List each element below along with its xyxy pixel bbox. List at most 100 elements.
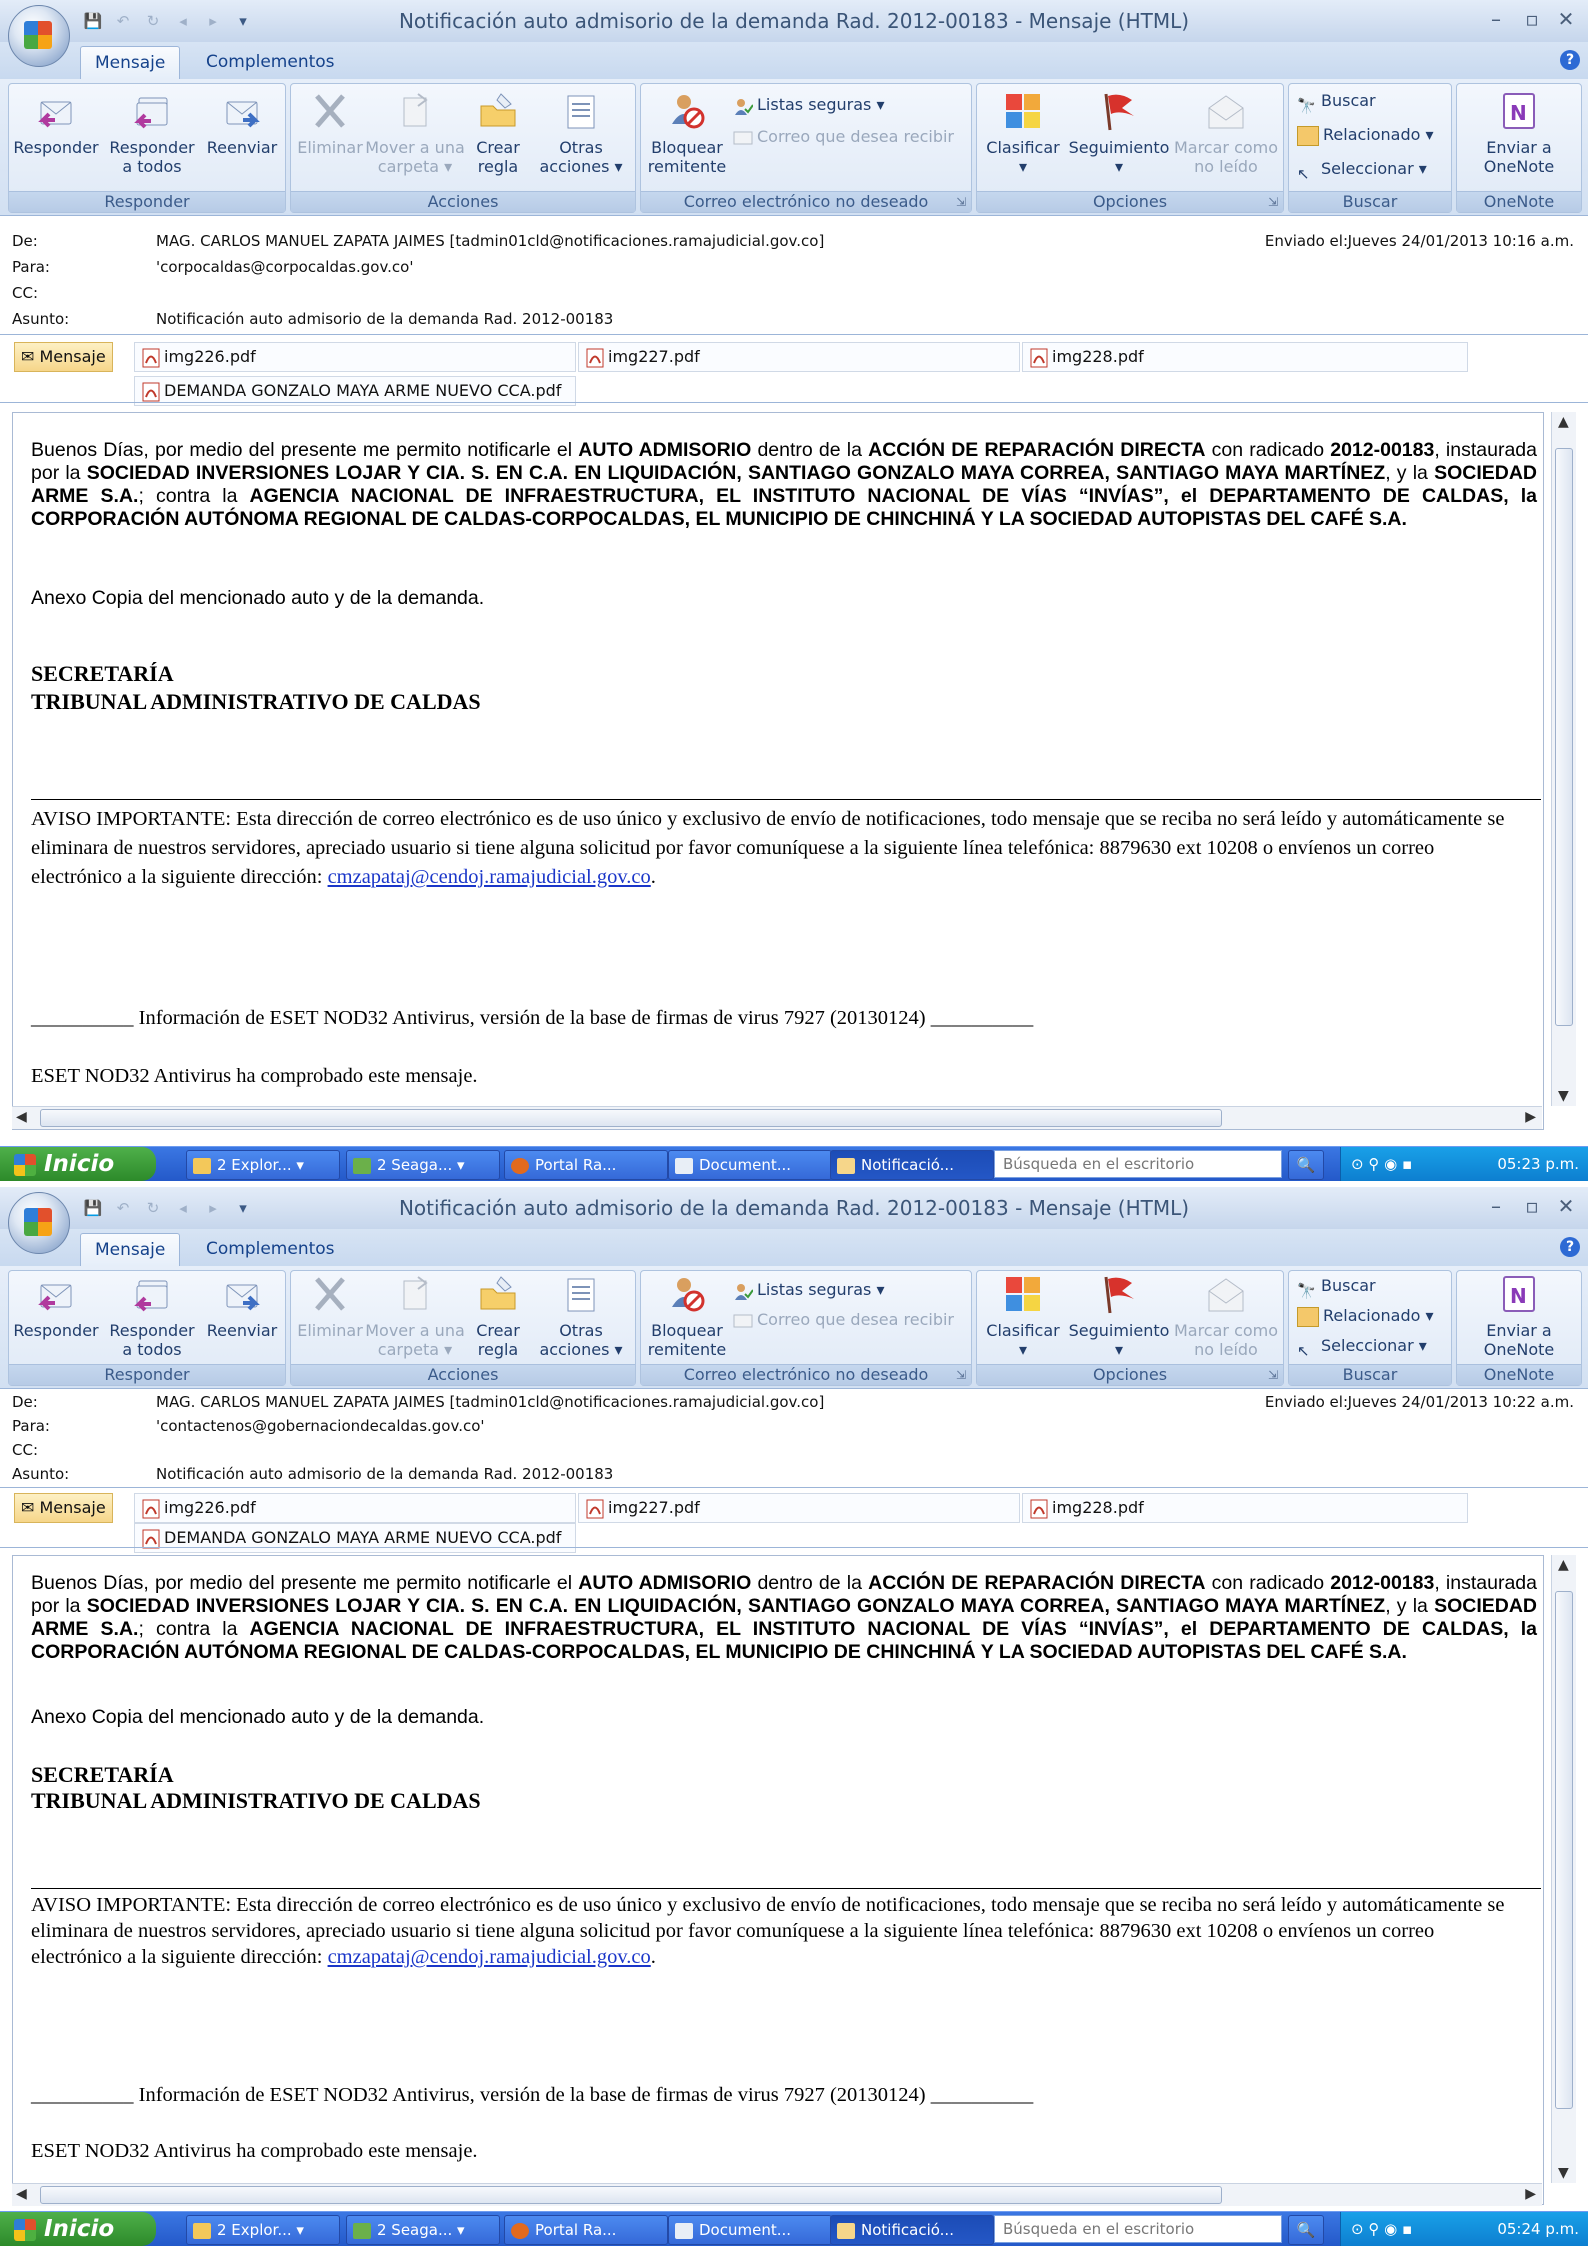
to-value[interactable]: 'contactenos@gobernaciondecaldas.gov.co' bbox=[156, 1417, 485, 1435]
scroll-up-icon[interactable]: ▲ bbox=[1558, 414, 1569, 430]
create-rule-button[interactable]: Crear regla bbox=[467, 1273, 529, 1359]
select-button[interactable]: ↖ Seleccionar ▾ bbox=[1297, 156, 1427, 183]
reply-button[interactable]: Responder bbox=[13, 90, 99, 157]
vertical-scrollbar[interactable]: ▲ ▼ bbox=[1551, 412, 1576, 1106]
help-icon[interactable]: ? bbox=[1560, 50, 1580, 70]
send-to-onenote-button[interactable]: N Enviar a OneNote bbox=[1463, 90, 1575, 176]
start-button[interactable]: Inicio bbox=[0, 1147, 156, 1181]
mark-unread-button[interactable]: Marcar como no leído bbox=[1173, 1273, 1279, 1359]
find-button[interactable]: 🔭 Buscar bbox=[1297, 1273, 1376, 1300]
dialog-launcher-icon[interactable]: ⇲ bbox=[1268, 195, 1278, 209]
taskbar-item-notificacion[interactable]: Notificació... bbox=[830, 1150, 994, 1180]
forward-button[interactable]: Reenviar bbox=[203, 1273, 281, 1340]
attachment-item[interactable]: img227.pdf bbox=[578, 1493, 1020, 1523]
followup-button[interactable]: Seguimiento ▾ bbox=[1067, 1273, 1171, 1359]
move-to-folder-button[interactable]: Mover a una carpeta ▾ bbox=[365, 1273, 465, 1359]
scroll-thumb[interactable] bbox=[1555, 1591, 1573, 2109]
search-icon[interactable]: 🔍 bbox=[1288, 2215, 1324, 2245]
reply-all-button[interactable]: Responder a todos bbox=[103, 1273, 201, 1359]
restore-button[interactable]: ▫ bbox=[1516, 6, 1548, 32]
scroll-down-icon[interactable]: ▼ bbox=[1558, 1088, 1569, 1104]
taskbar-item-seagate[interactable]: 2 Seaga... ▾ bbox=[346, 1150, 500, 1180]
find-button[interactable]: 🔭 Buscar bbox=[1297, 88, 1376, 115]
scroll-right-icon[interactable]: ▶ bbox=[1525, 2186, 1536, 2202]
taskbar-item-seagate[interactable]: 2 Seaga... ▾ bbox=[346, 2215, 500, 2245]
attachment-item[interactable]: img228.pdf bbox=[1022, 342, 1468, 372]
attachment-item[interactable]: img227.pdf bbox=[578, 342, 1020, 372]
dialog-launcher-icon[interactable]: ⇲ bbox=[1268, 1368, 1278, 1382]
taskbar-item-explorer[interactable]: 2 Explor... ▾ bbox=[186, 2215, 340, 2245]
scroll-down-icon[interactable]: ▼ bbox=[1558, 2165, 1569, 2181]
delete-button[interactable]: Eliminar bbox=[295, 1273, 365, 1340]
mark-unread-button[interactable]: Marcar como no leído bbox=[1173, 90, 1279, 176]
tab-mensaje[interactable]: Mensaje bbox=[80, 46, 181, 80]
tab-complementos[interactable]: Complementos bbox=[192, 46, 349, 79]
close-button[interactable]: ✕ bbox=[1550, 6, 1582, 32]
taskbar-item-explorer[interactable]: 2 Explor... ▾ bbox=[186, 1150, 340, 1180]
attachment-item[interactable]: img228.pdf bbox=[1022, 1493, 1468, 1523]
related-button[interactable]: Relacionado ▾ bbox=[1297, 1303, 1434, 1329]
minimize-button[interactable]: – bbox=[1480, 6, 1512, 32]
safe-lists-button[interactable]: Listas seguras ▾ bbox=[733, 92, 885, 118]
taskbar-item-portal[interactable]: Portal Ra... bbox=[504, 2215, 668, 2245]
taskbar-item-document[interactable]: Document... bbox=[668, 2215, 832, 2245]
tab-complementos[interactable]: Complementos bbox=[192, 1233, 349, 1266]
taskbar-item-notificacion[interactable]: Notificació... bbox=[830, 2215, 994, 2245]
from-value[interactable]: MAG. CARLOS MANUEL ZAPATA JAIMES [tadmin… bbox=[156, 1393, 824, 1411]
desktop-search-input[interactable]: Búsqueda en el escritorio bbox=[994, 1150, 1282, 1178]
attachment-item[interactable]: img226.pdf bbox=[134, 1493, 576, 1523]
select-button[interactable]: ↖ Seleccionar ▾ bbox=[1297, 1333, 1427, 1360]
tab-mensaje[interactable]: Mensaje bbox=[80, 1233, 181, 1267]
scroll-left-icon[interactable]: ◀ bbox=[16, 2186, 27, 2202]
delete-button[interactable]: Eliminar bbox=[295, 90, 365, 157]
not-junk-button[interactable]: Correo que desea recibir bbox=[733, 124, 954, 150]
reply-button[interactable]: Responder bbox=[13, 1273, 99, 1340]
close-button[interactable]: ✕ bbox=[1550, 1193, 1582, 1219]
email-link[interactable]: cmzapataj@cendoj.ramajudicial.gov.co bbox=[328, 866, 651, 888]
message-tab[interactable]: ✉ Mensaje bbox=[14, 342, 113, 372]
from-value[interactable]: MAG. CARLOS MANUEL ZAPATA JAIMES [tadmin… bbox=[156, 232, 824, 250]
reply-all-button[interactable]: Responder a todos bbox=[103, 90, 201, 176]
message-tab[interactable]: ✉ Mensaje bbox=[14, 1493, 113, 1523]
to-value[interactable]: 'corpocaldas@corpocaldas.gov.co' bbox=[156, 258, 413, 276]
move-to-folder-button[interactable]: Mover a una carpeta ▾ bbox=[365, 90, 465, 176]
scroll-left-icon[interactable]: ◀ bbox=[16, 1109, 27, 1125]
scroll-up-icon[interactable]: ▲ bbox=[1558, 1557, 1569, 1573]
safe-lists-button[interactable]: Listas seguras ▾ bbox=[733, 1277, 885, 1303]
create-rule-button[interactable]: Crear regla bbox=[467, 90, 529, 176]
taskbar-item-document[interactable]: Document... bbox=[668, 1150, 832, 1180]
minimize-button[interactable]: – bbox=[1480, 1193, 1512, 1219]
send-to-onenote-button[interactable]: N Enviar a OneNote bbox=[1463, 1273, 1575, 1359]
horizontal-scrollbar[interactable]: ◀ ▶ bbox=[12, 2183, 1542, 2206]
email-link[interactable]: cmzapataj@cendoj.ramajudicial.gov.co bbox=[328, 1946, 651, 1968]
horizontal-scrollbar[interactable]: ◀ ▶ bbox=[12, 1106, 1542, 1129]
restore-button[interactable]: ▫ bbox=[1516, 1193, 1548, 1219]
attachment-item[interactable]: img226.pdf bbox=[134, 342, 576, 372]
categorize-button[interactable]: Clasificar ▾ bbox=[981, 1273, 1065, 1359]
message-body[interactable]: Buenos Días, por medio del presente me p… bbox=[12, 1555, 1544, 2205]
scroll-thumb[interactable] bbox=[40, 2186, 1222, 2204]
scroll-thumb[interactable] bbox=[40, 1109, 1222, 1127]
dialog-launcher-icon[interactable]: ⇲ bbox=[956, 195, 966, 209]
scroll-right-icon[interactable]: ▶ bbox=[1525, 1109, 1536, 1125]
block-sender-button[interactable]: Bloquear remitente bbox=[645, 90, 729, 176]
message-body[interactable]: Buenos Días, por medio del presente me p… bbox=[12, 412, 1544, 1130]
not-junk-button[interactable]: Correo que desea recibir bbox=[733, 1307, 954, 1333]
forward-button[interactable]: Reenviar bbox=[203, 90, 281, 157]
dialog-launcher-icon[interactable]: ⇲ bbox=[956, 1368, 966, 1382]
office-button[interactable] bbox=[8, 5, 70, 67]
related-button[interactable]: Relacionado ▾ bbox=[1297, 122, 1434, 148]
desktop-search-input[interactable]: Búsqueda en el escritorio bbox=[994, 2215, 1282, 2243]
tray-icons[interactable]: ⊙ ⚲ ◉ ▪ bbox=[1351, 2220, 1412, 2238]
start-button[interactable]: Inicio bbox=[0, 2212, 156, 2246]
block-sender-button[interactable]: Bloquear remitente bbox=[645, 1273, 729, 1359]
attachment-item[interactable]: DEMANDA GONZALO MAYA ARME NUEVO CCA.pdf bbox=[134, 1523, 576, 1553]
tray-icons[interactable]: ⊙ ⚲ ◉ ▪ bbox=[1351, 1155, 1412, 1173]
followup-button[interactable]: Seguimiento ▾ bbox=[1067, 90, 1171, 176]
categorize-button[interactable]: Clasificar ▾ bbox=[981, 90, 1065, 176]
scroll-thumb[interactable] bbox=[1555, 448, 1573, 1026]
other-actions-button[interactable]: Otras acciones ▾ bbox=[531, 1273, 631, 1359]
taskbar-item-portal[interactable]: Portal Ra... bbox=[504, 1150, 668, 1180]
search-icon[interactable]: 🔍 bbox=[1288, 1150, 1324, 1180]
help-icon[interactable]: ? bbox=[1560, 1237, 1580, 1257]
